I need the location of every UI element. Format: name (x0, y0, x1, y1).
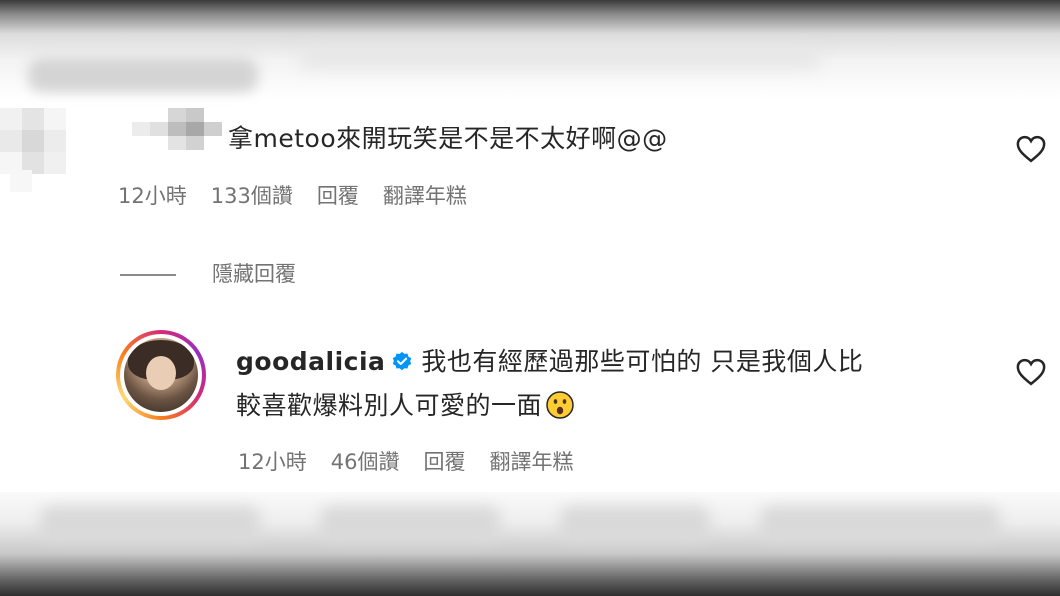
blurred-text (320, 506, 500, 542)
avatar (124, 338, 198, 412)
hide-replies-button[interactable]: 隱藏回覆 (120, 258, 296, 288)
reply-button[interactable]: 回覆 (317, 180, 359, 210)
translate-button[interactable]: 翻譯年糕 (383, 180, 467, 210)
translate-button[interactable]: 翻譯年糕 (489, 446, 573, 476)
divider-line (120, 274, 176, 276)
comment-text: 拿metoo來開玩笑是不是不太好啊@@ (228, 124, 668, 153)
blurred-text (28, 58, 258, 92)
reply-button[interactable]: 回覆 (423, 446, 465, 476)
heart-icon[interactable] (1016, 135, 1046, 163)
blurred-bottom-region (0, 492, 1060, 596)
hushed-face-emoji (546, 391, 574, 419)
pixelated-avatar (0, 108, 84, 192)
comment-meta-row: 12小時 133個讚 回覆 翻譯年糕 (118, 180, 491, 210)
reply-text-line2: 較喜歡爆料別人可愛的一面 (236, 389, 574, 423)
like-count[interactable]: 133個讚 (211, 180, 293, 210)
story-avatar[interactable] (116, 330, 206, 420)
like-count[interactable]: 46個讚 (331, 446, 400, 476)
hide-replies-label: 隱藏回覆 (212, 262, 296, 286)
reply-text: 我也有經歷過那些可怕的 只是我個人比 (421, 347, 864, 376)
blurred-text (560, 506, 710, 542)
pixelated-username (132, 108, 222, 150)
blurred-text (300, 48, 820, 68)
heart-icon[interactable] (1016, 358, 1046, 386)
username[interactable]: goodalicia (236, 347, 385, 376)
reply-meta-row: 12小時 46個讚 回覆 翻譯年糕 (238, 446, 597, 476)
comment-time: 12小時 (118, 184, 187, 208)
comment-time: 12小時 (238, 450, 307, 474)
reply-text-line1: goodalicia 我也有經歷過那些可怕的 只是我個人比 (236, 345, 863, 379)
reply-text: 較喜歡爆料別人可愛的一面 (236, 391, 543, 420)
blurred-text (760, 506, 1000, 542)
blurred-text (40, 506, 260, 542)
blurred-top-region (0, 0, 1060, 106)
verified-badge-icon (393, 351, 412, 371)
